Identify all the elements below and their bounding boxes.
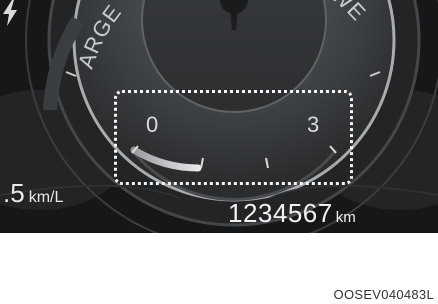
highlight-box <box>114 90 353 185</box>
odometer-value: 1234567 <box>228 198 333 228</box>
odometer-readout: 1234567 km <box>228 198 356 229</box>
odometer-unit: km <box>335 209 356 226</box>
fuel-economy-readout: .5 km/L <box>3 178 63 209</box>
image-code: OOSEV040483L <box>333 287 434 302</box>
fuel-economy-value: .5 <box>3 178 25 208</box>
fuel-economy-unit: km/L <box>28 189 64 206</box>
instrument-cluster: ARGE POWE 0 3 .5km/L 1234567km <box>0 0 438 233</box>
lightning-bolt-icon <box>3 0 17 26</box>
